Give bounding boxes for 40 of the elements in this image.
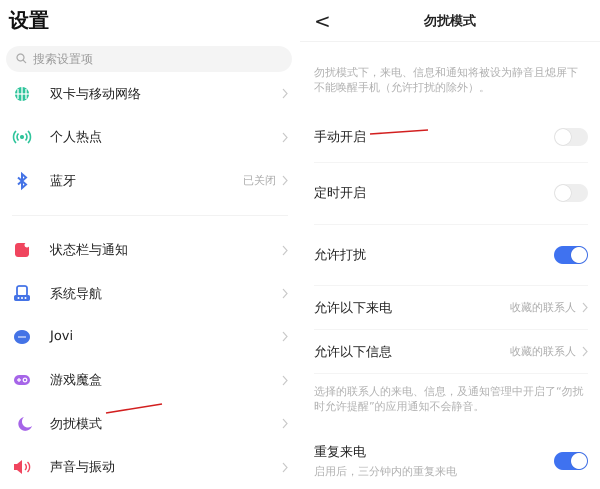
page-title: 设置	[8, 7, 50, 34]
settings-item[interactable]: 游戏魔盒	[0, 358, 300, 402]
chevron-icon	[282, 418, 288, 430]
chevron-icon	[282, 244, 288, 256]
settings-item[interactable]: 状态栏与通知	[0, 228, 300, 272]
chevron-icon	[282, 374, 288, 386]
chevron-icon	[282, 88, 288, 100]
chevron-icon	[282, 331, 288, 342]
settings-item[interactable]: Jovi	[0, 315, 300, 359]
chevron-icon	[282, 288, 288, 299]
chevron-icon	[282, 462, 288, 473]
search-field[interactable]: 搜索设置项	[6, 46, 292, 72]
settings-item[interactable]: 勿扰模式	[0, 402, 300, 446]
page-title: 勿扰模式	[424, 12, 476, 30]
note-text: 选择的联系人的来电、信息，及通知管理中开启了“勿扰时允许提醒”的应用通知不会静音。	[313, 384, 585, 416]
chevron-icon	[582, 346, 588, 358]
search-icon	[16, 53, 27, 64]
settings-item[interactable]: 个人热点	[0, 115, 300, 159]
status-text: 已关闭	[243, 173, 276, 188]
toggle-switch[interactable]	[554, 246, 588, 264]
setting-label: 手动开启	[314, 128, 366, 146]
setting-label: 定时开启	[314, 185, 366, 202]
settings-item[interactable]: 双卡与移动网络	[0, 72, 300, 116]
setting-label: 重复来电	[314, 444, 366, 461]
chevron-icon	[282, 175, 288, 186]
description-text: 勿扰模式下，来电、信息和通知将被设为静音且熄屏下不能唤醒手机（允许打扰的除外）。	[313, 65, 579, 96]
settings-item[interactable]: 声音与振动	[0, 446, 300, 489]
settings-item[interactable]: 蓝牙 已关闭	[0, 158, 300, 202]
navigation-icon	[12, 284, 32, 304]
chevron-icon	[282, 132, 288, 143]
chevron-icon	[582, 302, 588, 314]
toggle-switch[interactable]	[554, 128, 588, 146]
toggle-switch[interactable]	[554, 452, 588, 470]
settings-item[interactable]: 系统导航	[0, 272, 300, 316]
setting-label: 允许以下信息	[314, 344, 392, 361]
setting-label: 允许以下来电	[314, 300, 392, 317]
setting-label: 允许打扰	[314, 246, 366, 264]
back-button[interactable]: <	[314, 8, 331, 33]
setting-description: 启用后，三分钟内的重复来电	[314, 464, 457, 479]
toggle-switch[interactable]	[554, 184, 588, 202]
